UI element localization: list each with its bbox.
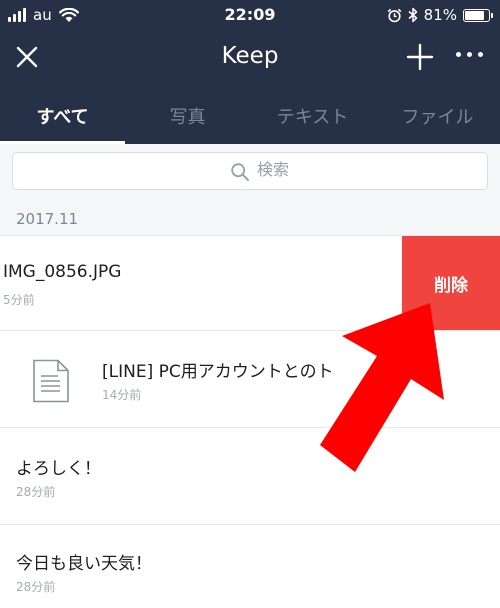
plus-icon[interactable] [406,43,434,71]
item-title: よろしく！ [16,459,101,479]
search-icon [231,163,249,181]
item-time: 28分前 [16,580,56,594]
battery-percent: 81% [423,6,457,24]
date-section-header: 2017.11 [0,202,500,236]
tab-files[interactable]: ファイル [375,86,500,144]
item-time: 14分前 [102,388,142,402]
item-title: 今日も良い天気！ [16,554,152,574]
search-box[interactable] [12,152,488,190]
item-time: 28分前 [16,485,56,499]
delete-button[interactable]: 削除 [402,236,500,330]
section-date: 2017.11 [16,210,79,228]
more-dots-icon[interactable] [456,52,483,57]
tab-all[interactable]: すべて [0,86,125,144]
alarm-icon [387,8,401,22]
item-title: [LINE] PC用アカウントとのト [102,362,334,382]
item-time: 5分前 [3,293,35,307]
status-bar: au 22:09 81% [0,0,500,30]
search-area [0,144,500,202]
tab-bar: すべて 写真 テキスト ファイル [0,86,500,144]
status-right: 81% [387,6,493,24]
app-header: Keep [0,30,500,86]
list-item[interactable]: よろしく！ 28分前 [0,428,500,525]
tab-photos[interactable]: 写真 [125,86,250,144]
list-item[interactable]: [LINE] PC用アカウントとのト 14分前 [0,331,500,428]
tab-text[interactable]: テキスト [250,86,375,144]
bluetooth-icon [408,7,417,23]
document-icon [33,359,69,403]
list-item[interactable]: 今日も良い天気！ 28分前 [0,525,500,608]
battery-icon [463,8,493,22]
search-input[interactable] [257,160,457,179]
item-title: IMG_0856.JPG [3,262,122,282]
